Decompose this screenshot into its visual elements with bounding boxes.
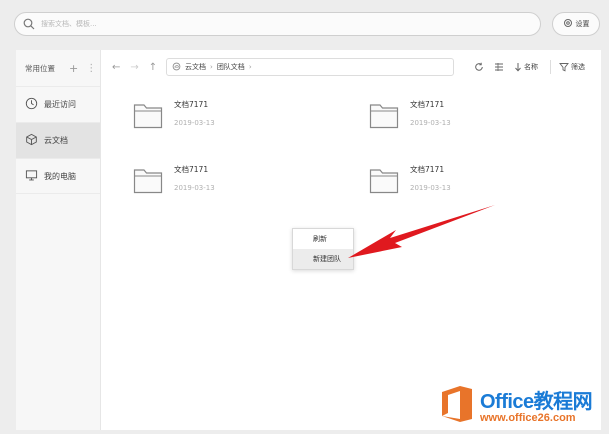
monitor-icon xyxy=(25,169,44,184)
file-date: 2019-03-13 xyxy=(410,119,451,127)
sidebar-header: 常用位置 + ⋮ xyxy=(16,50,100,86)
toolbar-actions: 名称 筛选 xyxy=(474,50,585,84)
watermark: Office教程网 www.office26.com xyxy=(440,380,606,428)
settings-button[interactable]: 设置 xyxy=(552,12,600,36)
chevron-right-icon: › xyxy=(210,63,213,71)
filter-label: 筛选 xyxy=(571,63,585,71)
toolbar: ← → ↑ 云文档 › 团队文档 › 名称 筛选 xyxy=(102,50,601,84)
sidebar-header-label: 常用位置 xyxy=(25,63,55,73)
sidebar-item-label: 最近访问 xyxy=(44,100,76,109)
folder-icon xyxy=(133,104,163,129)
more-icon[interactable]: ⋮ xyxy=(86,63,96,74)
list-view-icon[interactable] xyxy=(494,62,504,72)
file-date: 2019-03-13 xyxy=(174,119,215,127)
breadcrumb: 云文档 › 团队文档 › xyxy=(166,58,454,76)
file-item[interactable]: 文档7171 2019-03-13 xyxy=(369,100,451,129)
file-item[interactable]: 文档7171 2019-03-13 xyxy=(133,165,215,194)
search-bar[interactable]: 搜索文档、模板... xyxy=(14,12,541,36)
settings-label: 设置 xyxy=(575,20,590,28)
sidebar-item-my-computer[interactable]: 我的电脑 xyxy=(16,158,100,194)
folder-icon xyxy=(133,169,163,194)
cloud-icon xyxy=(172,62,185,73)
add-location-icon[interactable]: + xyxy=(69,62,78,75)
sidebar-item-cloud-docs[interactable]: 云文档 xyxy=(16,122,100,158)
folder-icon xyxy=(369,169,399,194)
office-logo xyxy=(442,386,472,422)
toolbar-divider xyxy=(550,60,551,74)
file-name: 文档7171 xyxy=(410,100,445,109)
file-date: 2019-03-13 xyxy=(174,184,215,192)
file-item[interactable]: 文档7171 2019-03-13 xyxy=(369,165,451,194)
sort-button[interactable]: 名称 xyxy=(514,62,538,72)
file-item[interactable]: 文档7171 2019-03-13 xyxy=(133,100,215,129)
sort-label: 名称 xyxy=(524,63,538,71)
file-date: 2019-03-13 xyxy=(410,184,451,192)
watermark-url: www.office26.com xyxy=(480,411,576,424)
file-name: 文档7171 xyxy=(410,165,445,174)
chevron-right-icon: › xyxy=(248,63,252,71)
refresh-icon[interactable] xyxy=(474,62,484,72)
up-arrow-icon[interactable]: ↑ xyxy=(149,62,157,73)
sort-icon xyxy=(515,63,521,72)
file-name: 文档7171 xyxy=(174,165,209,174)
gear-icon xyxy=(563,18,573,30)
sidebar: 常用位置 + ⋮ 最近访问 云文档 我的电脑 xyxy=(16,50,101,430)
annotation-arrow xyxy=(348,205,495,258)
sidebar-item-label: 云文档 xyxy=(44,136,68,145)
sidebar-item-label: 我的电脑 xyxy=(44,171,76,181)
breadcrumb-item-cloud-docs[interactable]: 云文档 xyxy=(185,62,206,72)
search-placeholder[interactable]: 搜索文档、模板... xyxy=(41,19,97,29)
folder-icon xyxy=(369,104,399,129)
file-name: 文档7171 xyxy=(174,100,209,109)
cube-icon xyxy=(25,133,44,148)
back-arrow-icon[interactable]: ← xyxy=(112,62,120,73)
search-icon xyxy=(23,15,35,34)
sidebar-item-recent[interactable]: 最近访问 xyxy=(16,86,100,122)
watermark-title: Office教程网 xyxy=(480,390,593,413)
forward-arrow-icon[interactable]: → xyxy=(130,62,138,73)
clock-icon xyxy=(25,97,44,112)
filter-icon xyxy=(559,63,569,72)
breadcrumb-item-team-docs[interactable]: 团队文档 xyxy=(217,62,245,72)
filter-button[interactable]: 筛选 xyxy=(559,62,585,72)
